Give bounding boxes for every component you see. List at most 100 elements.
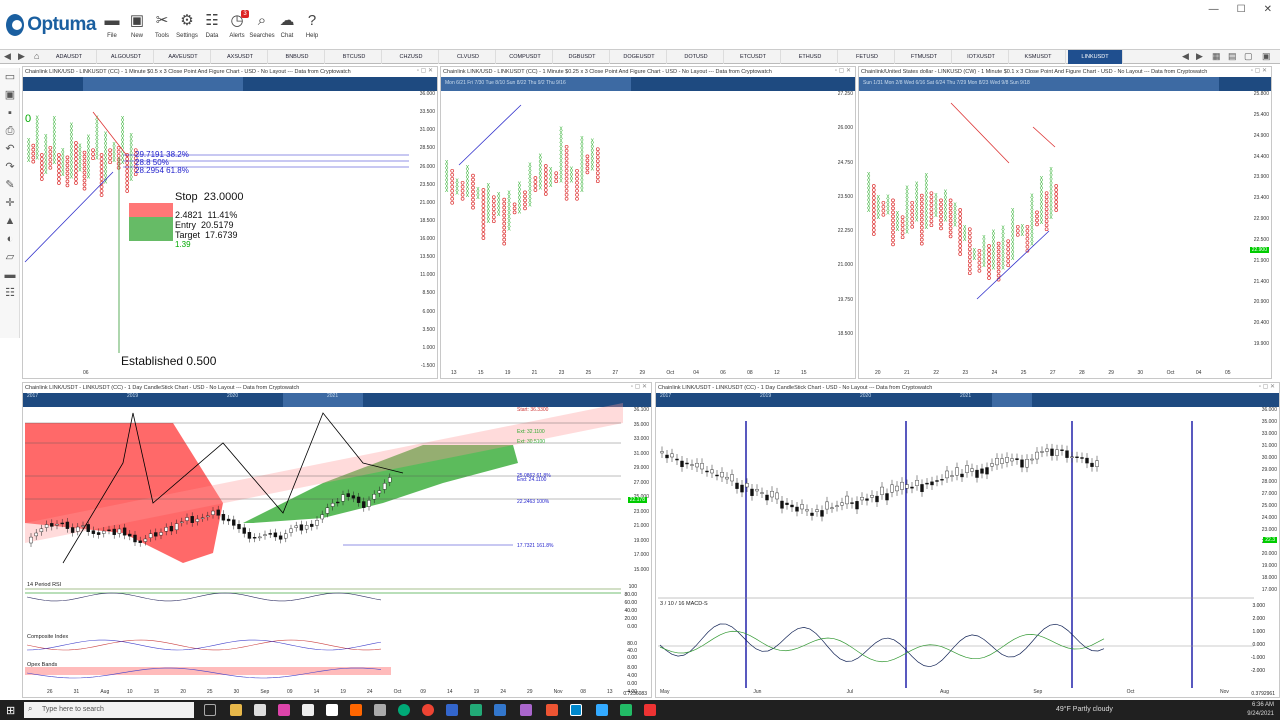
app-icon[interactable] [302,704,314,716]
pf-o-mark [891,238,895,243]
app-icon[interactable] [374,704,386,716]
brave-icon[interactable] [350,704,362,716]
pf-o-mark [929,199,934,204]
pf-o-mark [554,171,559,176]
redo-icon[interactable]: ↷ [0,158,20,176]
toolbar-data-button[interactable]: ☷ Data [198,12,226,46]
tab-scroll-left-icon[interactable]: ◀ [1182,51,1189,62]
eraser-icon[interactable]: ▱ [0,248,20,266]
pf-o-mark [471,177,475,182]
task-view-icon[interactable] [204,704,216,716]
app-icon[interactable] [520,704,532,716]
file-explorer-icon[interactable] [230,704,242,716]
toolbar-searches-button[interactable]: ⌕ Searches [248,12,276,46]
tab-linkusdt[interactable]: LINKUSDT [1068,50,1123,64]
print-icon[interactable]: ⎙ [0,122,20,140]
save-icon[interactable]: ▪ [0,104,20,122]
app-icon[interactable] [326,704,338,716]
taskbar-search-input[interactable]: Type here to search [24,702,194,718]
app-icon[interactable] [254,704,266,716]
maximize-icon[interactable]: ☐ [1237,4,1246,15]
toolbar-new-button[interactable]: ▣ New [123,12,151,46]
candle-body [50,523,54,527]
app-icon[interactable] [596,704,608,716]
app-icon[interactable] [446,704,458,716]
crosshair-icon[interactable]: ✛ [0,194,20,212]
tab-adausdt[interactable]: ADAUSDT [42,50,97,64]
pf-o-mark [543,192,548,196]
pf-chart-pane-3[interactable]: Chainlink/United States dollar - LINKUSD… [858,66,1272,379]
app-icon[interactable] [494,704,506,716]
window-icon[interactable]: ▢ [1244,51,1253,62]
toolbar-alerts-button[interactable]: ◷ Alerts 3 [223,10,251,46]
price-axis: 27.250 26.000 24.750 23.500 22.250 21.000 19.7… [827,91,855,368]
price-tick: 19.900 [1253,341,1269,347]
toolbar-file-button[interactable]: ▬ File [98,12,126,46]
back-arrow-icon[interactable]: ◀ [4,51,11,62]
pf-o-mark [919,229,924,234]
grid-icon[interactable]: ▦ [1212,51,1221,62]
tab-scroll-right-icon[interactable]: ▶ [1196,51,1203,62]
tab-dotusd[interactable]: DOTUSD [669,50,724,64]
tab-axsusdt[interactable]: AXSUSDT [213,50,268,64]
tab-btcusd[interactable]: BTCUSD [327,50,382,64]
pf-o-mark [99,185,104,189]
time-tick: 28 [1079,370,1085,376]
toolbar-settings-button[interactable]: ⚙ Settings [173,12,201,46]
ruler-icon[interactable]: ▬ [0,266,20,284]
image-icon[interactable]: ▣ [0,86,20,104]
chart-layout-icon[interactable]: ▣ [1262,51,1271,62]
time-tick: 10 [127,689,133,695]
lock-icon[interactable]: ▲ [0,212,20,230]
magnet-icon[interactable]: ◐ [0,230,20,248]
toolbar-tools-button[interactable]: ✂ Tools [148,12,176,46]
home-icon[interactable]: ⌂ [34,51,39,61]
close-icon[interactable]: ✕ [1264,4,1272,15]
app-icon[interactable] [644,704,656,716]
pencil-icon[interactable]: ✎ [0,176,20,194]
pf-chart-pane-2[interactable]: Chainlink LINK/USD - LINKUSDT (CC) - 1 M… [440,66,856,379]
tab-iotxusdt[interactable]: IOTXUSDT [954,50,1009,64]
tab-compusdt[interactable]: COMPUSDT [498,50,553,64]
weather-widget[interactable]: 49°F Partly cloudy [1056,706,1113,713]
tab-dgbusdt[interactable]: DGBUSDT [555,50,610,64]
table-icon[interactable]: ☷ [0,284,20,302]
toolbar-help-button[interactable]: ? Help [298,12,326,46]
tab-chzusd[interactable]: CHZUSD [384,50,439,64]
candle-body [164,527,168,532]
pf-o-mark [1006,247,1011,252]
candle-body [70,527,75,533]
tab-ftmusdt[interactable]: FTMUSDT [897,50,952,64]
pf-o-mark [987,244,991,248]
tab-aaveusdt[interactable]: AAVEUSDT [156,50,211,64]
pf-chart-pane-1[interactable]: Chainlink LINK/USD - LINKUSDT (CC) - 1 M… [22,66,438,379]
tab-algousdt[interactable]: ALGOUSDT [99,50,154,64]
tab-fetusd[interactable]: FETUSD [840,50,895,64]
tab-ksmusdt[interactable]: KSMUSDT [1011,50,1066,64]
chrome-icon[interactable] [422,704,434,716]
app-icon[interactable] [470,704,482,716]
toolbar-chat-button[interactable]: ☁ Chat [273,12,301,46]
tab-etcusdt[interactable]: ETCUSDT [726,50,781,64]
candle-body [367,500,371,507]
app-icon[interactable] [620,704,632,716]
tab-dogeusdt[interactable]: DOGEUSDT [612,50,667,64]
app-icon[interactable] [278,704,290,716]
tab-clvusd[interactable]: CLVUSD [441,50,496,64]
candle-body [221,513,226,521]
undo-icon[interactable]: ↶ [0,140,20,158]
windows-start-icon[interactable]: ⊞ [6,704,15,717]
edge-icon[interactable] [398,704,410,716]
tab-bnbusd[interactable]: BNBUSD [270,50,325,64]
optuma-taskbar-icon[interactable] [570,704,582,716]
forward-arrow-icon[interactable]: ▶ [18,51,25,62]
page-icon[interactable]: ▭ [0,68,20,86]
system-clock[interactable]: 6:36 AM 9/24/2021 [1247,701,1274,719]
app-icon[interactable] [546,704,558,716]
price-tick: 31.000 [419,127,435,134]
layout-icon[interactable]: ▤ [1228,51,1237,62]
candlestick-pane-1[interactable]: Chainlink LINK/USDT - LINKUSDT (CC) - 1 … [22,382,652,698]
minimize-icon[interactable]: — [1209,4,1219,15]
tab-ethusd[interactable]: ETHUSD [783,50,838,64]
candlestick-pane-2[interactable]: Chainlink LINK/USDT - LINKUSDT (CC) - 1 … [655,382,1280,698]
